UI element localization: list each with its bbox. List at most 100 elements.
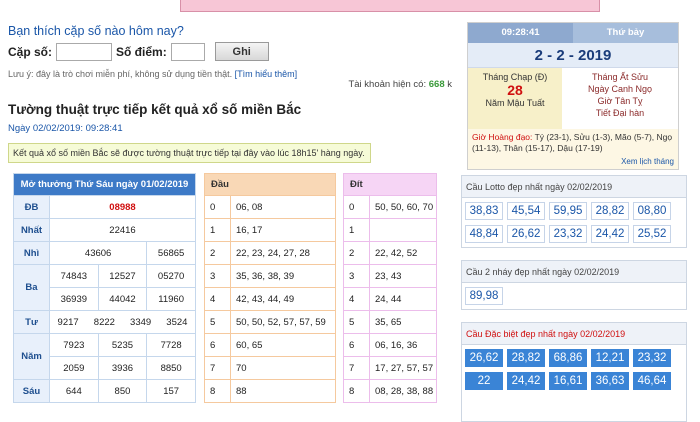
prize-label: Tư xyxy=(13,310,50,334)
table-row: 8 08, 28, 38, 88 xyxy=(343,379,437,403)
can-chi-day: Ngày Canh Ngọ xyxy=(587,84,653,94)
table-row: 2 22, 42, 52 xyxy=(343,241,437,265)
pair-input[interactable] xyxy=(56,42,113,61)
prize-value: 850 xyxy=(97,379,148,403)
special-chip[interactable]: 28,82 xyxy=(507,349,545,367)
points-input[interactable] xyxy=(170,42,205,61)
special-chip[interactable]: 23,32 xyxy=(633,349,671,367)
prize-label: ĐB xyxy=(13,195,50,219)
special-chip[interactable]: 46,64 xyxy=(633,372,671,390)
table-row: Ba 74843 12527 05270 xyxy=(13,264,196,311)
special-chip[interactable]: 16,61 xyxy=(549,372,587,390)
submit-button[interactable]: Ghi xyxy=(214,42,269,61)
special-chip[interactable]: 26,62 xyxy=(465,349,503,367)
pair-label: Cặp số: xyxy=(8,44,53,59)
digit-cell: 8 xyxy=(343,379,370,403)
digit-cell: 4 xyxy=(204,287,231,311)
lunar-date: Tháng Chạp (Đ) 28 Năm Mậu Tuất xyxy=(468,68,562,129)
table-row: 1 xyxy=(343,218,437,242)
digit-cell: 1 xyxy=(204,218,231,242)
lotto-chip[interactable]: 25,52 xyxy=(633,225,671,243)
table-row: Sáu 644 850 157 xyxy=(13,379,196,403)
values-cell: 06, 16, 36 xyxy=(369,333,437,357)
learn-more-link[interactable]: [Tìm hiểu thêm] xyxy=(235,69,298,79)
results-table: Mở thưởng Thứ Sáu ngày 01/02/2019 ĐB 089… xyxy=(13,173,196,403)
prize-label: Ba xyxy=(13,264,50,311)
solar-date: 2 - 2 - 2019 xyxy=(468,43,678,68)
special-chip[interactable]: 36,63 xyxy=(591,372,629,390)
prize-label: Nhì xyxy=(13,241,50,265)
prize-value: 3349 xyxy=(130,316,152,328)
digit-cell: 2 xyxy=(343,241,370,265)
prize-value: 157 xyxy=(146,379,196,403)
head-digit-table: Đầu 0 06, 08 1 16, 17 2 22, 23, 24, 27, 28 … xyxy=(204,173,336,403)
lotto-chip[interactable]: 26,62 xyxy=(507,225,545,243)
special-box: Cầu Đặc biệt đẹp nhất ngày 02/02/2019 26… xyxy=(461,322,687,422)
lotto-chip[interactable]: 45,54 xyxy=(507,202,545,220)
table-row: Nhất 22416 xyxy=(13,218,196,242)
table-row: 6 60, 65 xyxy=(204,333,336,357)
prize-value: 8850 xyxy=(146,356,196,380)
lotto-chip[interactable]: 59,95 xyxy=(549,202,587,220)
special-chip[interactable]: 22 xyxy=(465,372,503,390)
special-chip[interactable]: 24,42 xyxy=(507,372,545,390)
fourth-prize-group: 9217 8222 3349 3524 xyxy=(49,310,196,334)
tail-digit-table: Đít 0 50, 50, 60, 70 1 2 22, 42, 52 3 23, 4… xyxy=(343,173,437,403)
disclaimer: Lưu ý: đây là trò chơi miễn phí, không s… xyxy=(8,69,297,79)
auspicious-label: Giờ Hoàng đạo: xyxy=(472,132,533,142)
lotto-chip[interactable]: 23,32 xyxy=(549,225,587,243)
digit-cell: 6 xyxy=(343,333,370,357)
table-row: 8 88 xyxy=(204,379,336,403)
special-title-text: Cầu Đặc biệt đẹp nhất ngày 02/02/2019 xyxy=(466,329,626,339)
values-cell: 22, 23, 24, 27, 28 xyxy=(230,241,336,265)
prize-value: 5235 xyxy=(97,333,148,357)
month-calendar-link[interactable]: Xem lịch tháng xyxy=(621,156,674,167)
special-chip[interactable]: 68,86 xyxy=(549,349,587,367)
head-digit-title: Đầu xyxy=(204,173,336,196)
table-row: 7 17, 27, 57, 57 xyxy=(343,356,437,380)
live-notice: Kết quả xổ số miền Bắc sẽ được tường thu… xyxy=(8,143,371,163)
table-row: 4 42, 43, 44, 49 xyxy=(204,287,336,311)
table-row: 2 22, 23, 24, 27, 28 xyxy=(204,241,336,265)
lotto-chips: 38,83 45,54 59,95 28,82 08,80 48,84 26,6… xyxy=(462,198,686,247)
lotto-chip[interactable]: 38,83 xyxy=(465,202,503,220)
lotto-chip[interactable]: 24,42 xyxy=(591,225,629,243)
prize-value: 644 xyxy=(49,379,99,403)
solar-term: Tiết Đại hàn xyxy=(595,108,645,118)
table-row: Năm 7923 5235 7728 xyxy=(13,333,196,380)
special-title: Cầu Đặc biệt đẹp nhất ngày 02/02/2019 xyxy=(462,323,686,345)
auspicious-hours: Giờ Hoàng đạo: Tý (23-1), Sửu (1-3), Mão… xyxy=(468,129,678,169)
prize-value: 05270 xyxy=(146,264,196,288)
prize-label: Sáu xyxy=(13,379,50,403)
lunar-month: Tháng Chạp (Đ) xyxy=(482,72,548,82)
digit-cell: 0 xyxy=(204,195,231,219)
double-chip[interactable]: 89,98 xyxy=(465,287,503,305)
double-title: Cầu 2 nháy đẹp nhất ngày 02/02/2019 xyxy=(462,261,686,283)
digit-cell: 3 xyxy=(343,264,370,288)
table-row: 3 35, 36, 38, 39 xyxy=(204,264,336,288)
prize-value: 74843 xyxy=(49,264,99,288)
digit-cell: 7 xyxy=(204,356,231,380)
prize-value: 43606 xyxy=(48,241,148,265)
lotto-chip[interactable]: 48,84 xyxy=(465,225,503,243)
prize-value: 2059 xyxy=(49,356,99,380)
prize-value: 12527 xyxy=(97,264,148,288)
digit-cell: 5 xyxy=(343,310,370,334)
lunar-year: Năm Mậu Tuất xyxy=(485,98,545,108)
prize-value: 7923 xyxy=(49,333,99,357)
values-cell: 50, 50, 52, 57, 57, 59 xyxy=(230,310,336,334)
question-text: Bạn thích cặp số nào hôm nay? xyxy=(8,24,184,38)
table-row: Tư 9217 8222 3349 3524 xyxy=(13,310,196,334)
digit-cell: 5 xyxy=(204,310,231,334)
special-chip[interactable]: 12,21 xyxy=(591,349,629,367)
digit-cell: 4 xyxy=(343,287,370,311)
double-chips: 89,98 xyxy=(462,283,686,309)
table-row: 5 50, 50, 52, 57, 57, 59 xyxy=(204,310,336,334)
prize-value: 36939 xyxy=(49,287,99,311)
table-row: 6 06, 16, 36 xyxy=(343,333,437,357)
digit-cell: 3 xyxy=(204,264,231,288)
values-cell: 17, 27, 57, 57 xyxy=(369,356,437,380)
lotto-chip[interactable]: 28,82 xyxy=(591,202,629,220)
can-chi: Tháng Ất Sửu Ngày Canh Ngọ Giờ Tân Tỵ Ti… xyxy=(562,68,678,129)
lotto-chip[interactable]: 08,80 xyxy=(633,202,671,220)
